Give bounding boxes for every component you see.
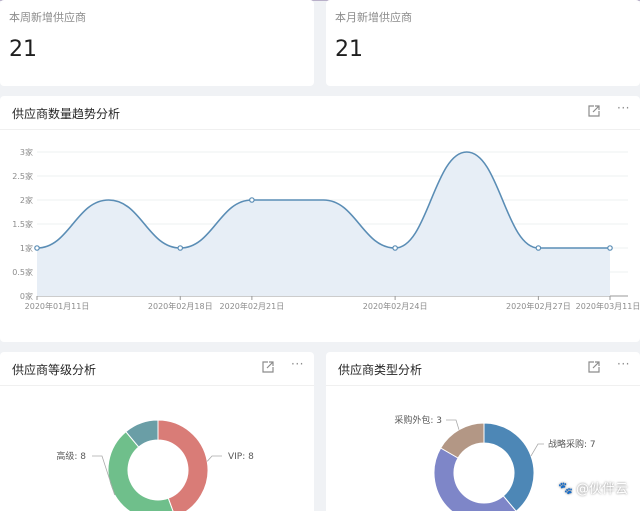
- slice-label: 采购外包: 3: [394, 414, 442, 426]
- data-point: [34, 245, 40, 251]
- trend-panel: 供应商数量趋势分析 ··· 0家 0.5家 1家 1.5家 2家 2.5家 3家 2020年0…: [0, 96, 640, 342]
- paw-icon: 🐾: [558, 480, 573, 495]
- stat-value: 21: [9, 37, 37, 62]
- x-tick-label: 2020年02月27日: [506, 301, 571, 311]
- y-tick-label: 2家: [20, 195, 33, 205]
- label-leader: [446, 419, 460, 430]
- data-point: [535, 245, 542, 251]
- y-tick-label: 2.5家: [12, 171, 33, 181]
- label-leader: [530, 443, 544, 457]
- data-point: [607, 245, 613, 251]
- data-point: [177, 245, 184, 251]
- stat-card-monthly: 本月新增供应商 21: [326, 0, 640, 86]
- pie-slice: [157, 419, 209, 511]
- data-point: [392, 245, 398, 251]
- x-tick-label: 2020年02月18日: [148, 301, 213, 311]
- slice-label: VIP: 8: [228, 452, 254, 462]
- level-donut-chart: VIP: 8 高级: 8: [56, 419, 254, 511]
- stat-value: 21: [335, 37, 363, 62]
- pie-slice: [433, 447, 517, 511]
- y-tick-label: 1家: [20, 243, 33, 253]
- watermark: 🐾 @伙伴云: [558, 478, 628, 498]
- pie-slice: [483, 422, 535, 511]
- stat-title: 本周新增供应商: [9, 11, 86, 24]
- y-tick-label: 0家: [20, 291, 33, 301]
- stat-card-weekly: 本周新增供应商 21: [0, 0, 314, 86]
- level-panel: 供应商等级分析 ··· VIP: 8 高级: 8: [0, 352, 314, 511]
- label-leader: [206, 455, 222, 462]
- x-tick-label: 2020年02月24日: [363, 301, 428, 311]
- x-tick-label: 2020年02月21日: [220, 301, 285, 311]
- data-point: [249, 197, 255, 203]
- slice-label: 战略采购: 7: [548, 438, 596, 450]
- y-tick-label: 0.5家: [12, 267, 33, 277]
- x-tick-label: 2020年03月11日: [576, 301, 640, 311]
- y-tick-label: 3家: [20, 147, 33, 157]
- watermark-text: @伙伴云: [575, 482, 628, 497]
- trend-line-chart: 0家 0.5家 1家 1.5家 2家 2.5家 3家 2020年01月11日 2020年02月1…: [12, 147, 640, 311]
- slice-label: 高级: 8: [56, 450, 86, 462]
- x-tick-label: 2020年01月11日: [25, 301, 90, 311]
- y-tick-label: 1.5家: [12, 219, 33, 229]
- stat-title: 本月新增供应商: [335, 11, 412, 24]
